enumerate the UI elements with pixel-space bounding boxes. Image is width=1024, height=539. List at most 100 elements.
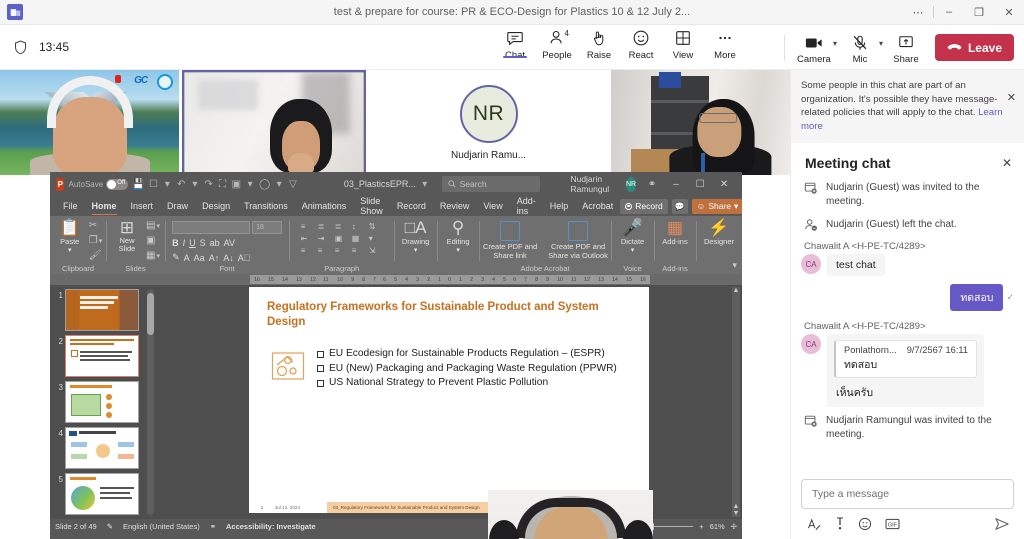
save-icon[interactable]: 💾 [132,177,144,192]
ribbon-tab-draw[interactable]: Draw [160,196,195,216]
add-ins-button[interactable]: ▦ Add-ins [659,219,691,247]
zoom-in-button[interactable]: + [699,522,703,531]
chevron-down-icon[interactable]: ▾ [456,246,460,254]
more-paragraph-button[interactable]: ▾ [369,234,383,243]
chevron-down-icon[interactable]: ▾ [190,177,200,192]
text-direction-button[interactable]: ↕ [352,222,366,231]
window-minimize-button[interactable]: – [934,0,964,25]
collapse-ribbon-button[interactable]: ▾ [732,260,737,271]
align-center-button[interactable]: ≡ [318,246,332,255]
thumbnail-item[interactable]: 5 [50,471,156,517]
editing-button[interactable]: ⚲ Editing ▾ [442,219,474,255]
thumbnail-item[interactable]: 3 [50,379,156,425]
slide-thumbnail-panel[interactable]: 1 2 3 4 5 [50,285,156,519]
cut-icon[interactable]: ✂ [89,219,102,232]
comments-icon[interactable]: 💬 [671,198,688,214]
present-icon[interactable]: ⛶ [218,177,228,192]
slide-bullet-list[interactable]: EU Ecodesign for Sustainable Products Re… [317,347,633,391]
powerpoint-minimize-button[interactable]: – [664,173,688,195]
language-label[interactable]: English (United States) [123,522,200,531]
video-tile-participant-4[interactable] [610,70,790,175]
powerpoint-help-icon[interactable]: ⚭ [640,173,664,195]
copy-icon[interactable]: ❐ ▾ [89,234,102,247]
chevron-down-icon[interactable]: ▾ [274,177,284,192]
smartart-button[interactable]: ▦ [352,234,366,243]
ribbon-tab-animations[interactable]: Animations [295,196,354,216]
align-left-button[interactable]: ≡ [301,246,315,255]
avatar[interactable]: CA [801,254,821,274]
window-restore-button[interactable]: ❐ [964,0,994,25]
active-speaker-video-overlay[interactable] [488,490,653,539]
spelling-icon[interactable]: ✎ [107,522,113,531]
italic-button[interactable]: I [183,238,186,248]
chat-close-icon[interactable]: ✕ [1002,156,1012,170]
meeting-action-more[interactable]: More [704,25,746,61]
shape-icon[interactable]: ◯ [259,177,270,192]
paste-button[interactable]: 📋 Paste ▾ [54,219,86,255]
window-close-button[interactable]: ✕ [994,0,1024,25]
ribbon-tab-view[interactable]: View [476,196,509,216]
bullets-button[interactable]: ≡ [301,222,315,231]
thumbnail-scrollbar-thumb[interactable] [147,293,154,335]
font-family-select[interactable] [172,221,251,234]
meeting-action-react[interactable]: React [620,25,662,61]
columns-button[interactable]: ▣ [335,234,349,243]
clear-formatting-button[interactable]: A⃠ [238,253,251,263]
new-slide-button[interactable]: ⊞ New Slide [111,219,143,253]
strikethrough-button[interactable]: ab [210,238,220,248]
font-size-select[interactable]: 18 [252,221,283,234]
ribbon-tab-record[interactable]: Record [390,196,433,216]
scroll-double-up-icon[interactable]: ▲ [732,503,740,510]
text-highlight-button[interactable]: ✎ [172,252,180,263]
line-spacing-button[interactable]: ≣ [335,222,349,231]
thumbnail-item[interactable]: 2 [50,333,156,379]
dictate-button[interactable]: 🎤 Dictate ▾ [617,219,649,255]
meeting-action-raise[interactable]: Raise [578,25,620,61]
accessibility-label[interactable]: Accessibility: Investigate [226,522,316,531]
zoom-level-label[interactable]: 61% [710,522,725,531]
avatar[interactable]: CA [801,334,821,354]
undo-icon[interactable]: ↶ [176,177,186,192]
video-tile-participant-1[interactable]: GC [0,70,180,175]
important-icon[interactable] [835,517,845,531]
slide-thumbnail[interactable] [65,289,139,331]
ribbon-tab-slide-show[interactable]: Slide Show [353,196,390,216]
meeting-action-people[interactable]: 4 People [536,25,578,61]
search-input[interactable]: Search [441,176,541,192]
character-spacing-button[interactable]: AV [224,238,235,248]
chevron-down-icon[interactable]: ▾ [245,177,255,192]
create-pdf-share-link-button[interactable]: Create PDF and Share link [482,221,538,260]
chat-message-list[interactable]: Nudjarin (Guest) was invited to the meet… [791,181,1024,473]
document-chevron-down-icon[interactable]: ▾ [420,177,430,192]
shared-powerpoint-window[interactable]: P AutoSave Off 💾 ☐ ▾ ↶ ▾ ↷ ⛶ ▣ ▾ ◯ ▾ ▽ 0… [50,172,742,539]
chevron-down-icon[interactable]: ▾ [68,246,72,254]
video-tile-participant-3[interactable]: NR Nudjarin Ramu... [369,70,608,175]
designer-button[interactable]: ⚡ Designer [700,219,738,247]
autosave-toggle[interactable]: AutoSave Off [68,178,129,190]
current-slide[interactable]: Regulatory Frameworks for Sustainable Pr… [249,287,649,513]
format-painter-icon[interactable]: 🖌 [89,249,102,262]
numbering-button[interactable]: ≣ [318,222,332,231]
justify-button[interactable]: ≡ [352,246,366,255]
autosave-switch[interactable]: Off [106,178,129,190]
slide-thumbnail[interactable] [65,427,139,469]
drawing-button[interactable]: □A Drawing ▾ [400,219,432,255]
slide-thumbnail[interactable] [65,473,139,515]
meeting-action-view[interactable]: View [662,25,704,61]
align-right-button[interactable]: ≡ [335,246,349,255]
decrease-indent-button[interactable]: ⇤ [301,234,315,243]
ribbon-tab-transitions[interactable]: Transitions [237,196,295,216]
section-icon[interactable]: ▦ ▾ [146,249,160,262]
send-icon[interactable] [994,517,1010,531]
meeting-action-chat[interactable]: Chat [494,25,536,61]
fit-to-window-icon[interactable]: ✢ [731,522,737,531]
scroll-double-down-icon[interactable]: ▼ [732,510,740,517]
message-input[interactable]: Type a message [801,479,1014,509]
layout-icon[interactable]: ▤ ▾ [146,219,160,232]
ribbon-tab-review[interactable]: Review [433,196,477,216]
slide-title[interactable]: Regulatory Frameworks for Sustainable Pr… [267,300,619,330]
ribbon-tab-acrobat[interactable]: Acrobat [575,196,620,216]
thumbnail-item[interactable]: 4 [50,425,156,471]
scroll-up-icon[interactable]: ▲ [732,287,740,294]
notice-close-icon[interactable]: ✕ [1007,92,1016,106]
